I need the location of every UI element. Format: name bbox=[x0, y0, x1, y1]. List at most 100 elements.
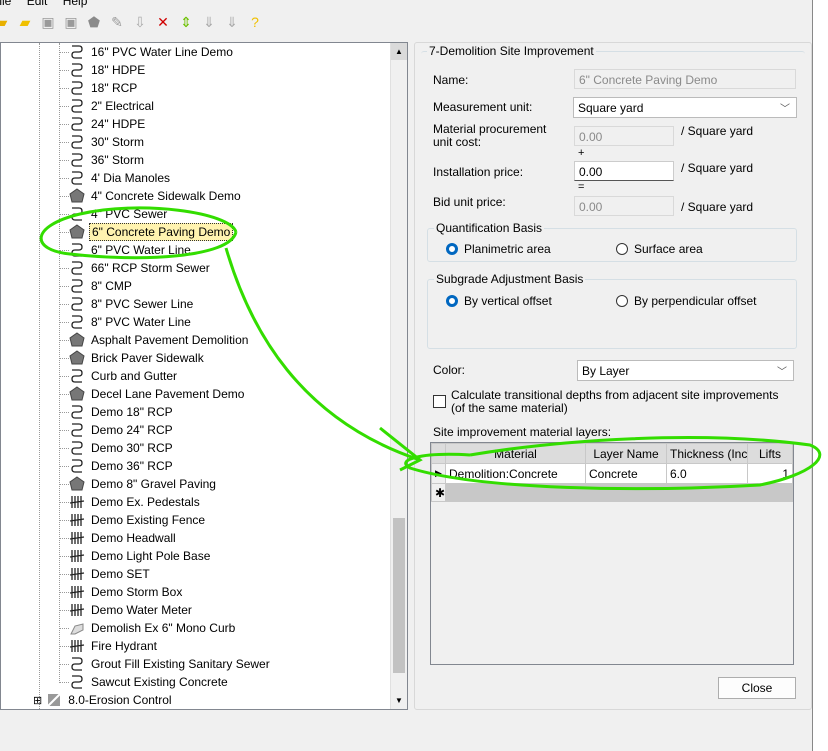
chevron-down-icon: ﹀ bbox=[780, 104, 790, 115]
cell-thickness[interactable]: 6.0 bbox=[666, 463, 748, 484]
new-folder-icon[interactable]: ▰ bbox=[0, 14, 10, 30]
material-layers-grid[interactable]: Material Layer Name Thickness (Inch Lift… bbox=[430, 442, 794, 665]
column-thickness[interactable]: Thickness (Inch bbox=[666, 443, 748, 464]
perpendicular-offset-radio[interactable]: By perpendicular offset bbox=[616, 294, 757, 308]
tree-item[interactable]: Demo Existing Fence bbox=[69, 511, 207, 529]
tree-item[interactable]: 4" Concrete Sidewalk Demo bbox=[69, 187, 243, 205]
tree-item[interactable]: Demo SET bbox=[69, 565, 152, 583]
tree-item[interactable]: 8" CMP bbox=[69, 277, 134, 295]
tree-item[interactable]: Demo 36" RCP bbox=[69, 457, 175, 475]
help-icon[interactable]: ? bbox=[247, 14, 263, 30]
tree-item[interactable]: 66" RCP Storm Sewer bbox=[69, 259, 212, 277]
cell-material[interactable]: Demolition:Concrete bbox=[445, 463, 586, 484]
tree-item[interactable]: 4' Dia Manoles bbox=[69, 169, 172, 187]
tree-item[interactable]: Asphalt Pavement Demolition bbox=[69, 331, 250, 349]
point-icon bbox=[69, 548, 85, 564]
material-cost-field: 0.00 bbox=[574, 126, 674, 146]
toolbar: ▰ ▰ ▣ ▣ ⬟ ✎ ⇩ ✕ ⇕ ⇓ ⇓? bbox=[0, 10, 812, 34]
tree-item[interactable]: 18" RCP bbox=[69, 79, 139, 97]
color-select[interactable]: By Layer ﹀ bbox=[577, 360, 794, 381]
menu-edit[interactable]: Edit bbox=[27, 0, 48, 8]
import-icon[interactable]: ⇩ bbox=[132, 14, 148, 30]
tree-item[interactable]: 16" PVC Water Line Demo bbox=[69, 43, 235, 61]
tree-item[interactable]: Demo 18" RCP bbox=[69, 403, 175, 421]
cell-lifts[interactable]: 1 bbox=[747, 463, 793, 484]
new-row[interactable]: ✱ bbox=[431, 483, 793, 502]
tree-item[interactable]: Demo Water Meter bbox=[69, 601, 194, 619]
add-shape-icon[interactable]: ⬟ bbox=[86, 14, 102, 30]
cell-layer-name[interactable]: Concrete bbox=[585, 463, 667, 484]
folder-label: 8.0-Erosion Control bbox=[68, 693, 172, 707]
tree-item-label: Asphalt Pavement Demolition bbox=[91, 333, 249, 347]
tree-item[interactable]: 8" PVC Water Line bbox=[69, 313, 193, 331]
tree-item[interactable]: Brick Paver Sidewalk bbox=[69, 349, 206, 367]
add-line-icon[interactable]: ✎ bbox=[109, 14, 125, 30]
material-layers-label: Site improvement material layers: bbox=[433, 425, 612, 439]
subgrade-adjustment-title: Subgrade Adjustment Basis bbox=[434, 272, 586, 286]
transitional-depths-checkbox[interactable] bbox=[433, 395, 446, 408]
tree-item[interactable]: Demo Headwall bbox=[69, 529, 178, 547]
pipe-icon bbox=[69, 422, 85, 438]
tree-item[interactable]: Demo 8" Gravel Paving bbox=[69, 475, 218, 493]
tree-item[interactable]: Fire Hydrant bbox=[69, 637, 159, 655]
tree-item[interactable]: 2" Electrical bbox=[69, 97, 156, 115]
curb-icon bbox=[69, 620, 85, 636]
vertical-offset-radio[interactable]: By vertical offset bbox=[446, 294, 552, 308]
menu-file[interactable]: File bbox=[0, 0, 11, 8]
tree-item[interactable]: 30" Storm bbox=[69, 133, 146, 151]
tree-item[interactable]: 6" PVC Water Line bbox=[69, 241, 193, 259]
tree-item[interactable]: Demo Storm Box bbox=[69, 583, 184, 601]
table-row[interactable]: ▶ Demolition:Concrete Concrete 6.0 1 bbox=[431, 463, 793, 484]
delete-icon[interactable]: ✕ bbox=[155, 14, 171, 30]
tree-item[interactable]: Demolish Ex 6" Mono Curb bbox=[69, 619, 237, 637]
open-folder-icon[interactable]: ▰ bbox=[17, 14, 33, 30]
name-field: 6" Concrete Paving Demo bbox=[574, 69, 796, 89]
tree-item[interactable]: Demo 24" RCP bbox=[69, 421, 175, 439]
pipe-icon bbox=[69, 458, 85, 474]
tree-item[interactable]: Demo 30" RCP bbox=[69, 439, 175, 457]
column-layer-name[interactable]: Layer Name bbox=[585, 443, 667, 464]
tree-item-label: 8" PVC Sewer Line bbox=[91, 297, 194, 311]
pipe-icon bbox=[69, 674, 85, 690]
tree-item[interactable]: Demo Ex. Pedestals bbox=[69, 493, 202, 511]
tree-item[interactable]: Decel Lane Pavement Demo bbox=[69, 385, 246, 403]
tree-item[interactable]: Sawcut Existing Concrete bbox=[69, 673, 230, 691]
expand-icon[interactable]: ⇕ bbox=[178, 14, 194, 30]
measurement-unit-select[interactable]: Square yard ﹀ bbox=[573, 97, 797, 118]
drawing-canvas[interactable] bbox=[812, 0, 828, 751]
save-all-icon[interactable]: ▣ bbox=[63, 14, 79, 30]
tree-scrollbar[interactable]: ▲ ▼ bbox=[390, 43, 407, 709]
column-material[interactable]: Material bbox=[445, 443, 586, 464]
color-value: By Layer bbox=[582, 364, 630, 378]
material-cost-label: Material procurement unit cost: bbox=[433, 122, 547, 149]
scroll-up-button[interactable]: ▲ bbox=[391, 43, 407, 60]
pipe-icon bbox=[69, 44, 85, 60]
tree-item[interactable]: Grout Fill Existing Sanitary Sewer bbox=[69, 655, 272, 673]
installation-price-input[interactable]: 0.00 bbox=[574, 161, 674, 181]
tree-item-label: 2" Electrical bbox=[91, 99, 154, 113]
tree-item-label: 8" CMP bbox=[91, 279, 132, 293]
tree-item[interactable]: 6" Concrete Paving Demo bbox=[69, 223, 234, 241]
tree-folder-erosion-control[interactable]: ⊞ 8.0-Erosion Control bbox=[33, 691, 174, 709]
scroll-thumb[interactable] bbox=[393, 518, 405, 673]
close-button[interactable]: Close bbox=[718, 677, 796, 699]
tree-item[interactable]: Curb and Gutter bbox=[69, 367, 179, 385]
column-lifts[interactable]: Lifts bbox=[747, 443, 793, 464]
tree-item[interactable]: 4" PVC Sewer bbox=[69, 205, 169, 223]
surface-area-radio[interactable]: Surface area bbox=[616, 242, 703, 256]
pipe-icon bbox=[69, 296, 85, 312]
save-icon[interactable]: ▣ bbox=[40, 14, 56, 30]
tree-item[interactable]: 8" PVC Sewer Line bbox=[69, 295, 195, 313]
equals-sign: = bbox=[578, 181, 585, 193]
menu-help[interactable]: Help bbox=[63, 0, 88, 8]
tree-item[interactable]: 24" HDPE bbox=[69, 115, 147, 133]
tree-item[interactable]: 36" Storm bbox=[69, 151, 146, 169]
planimetric-area-radio[interactable]: Planimetric area bbox=[446, 242, 551, 256]
move-down-2-icon[interactable]: ⇓ bbox=[224, 14, 240, 30]
scroll-down-button[interactable]: ▼ bbox=[391, 692, 407, 709]
tree-item[interactable]: 18" HDPE bbox=[69, 61, 147, 79]
site-improvement-tree[interactable]: ▲ ▼ 16" PVC Water Line Demo 18" HDPE 18" R… bbox=[0, 42, 408, 710]
move-down-icon[interactable]: ⇓ bbox=[201, 14, 217, 30]
expand-icon[interactable]: ⊞ bbox=[33, 694, 42, 707]
tree-item[interactable]: Demo Light Pole Base bbox=[69, 547, 212, 565]
